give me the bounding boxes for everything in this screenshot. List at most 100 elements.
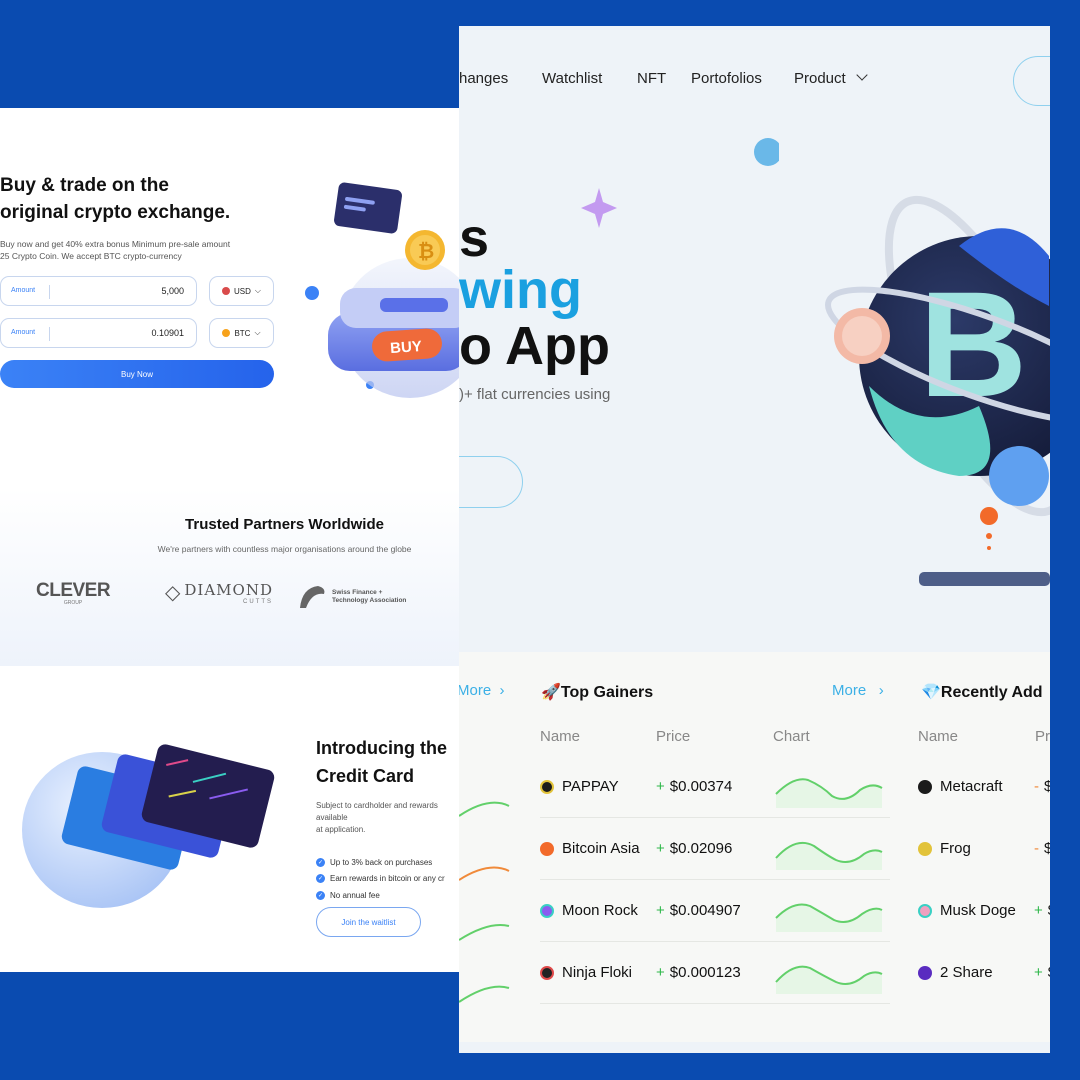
benefit-item: ✓ No annual fee	[316, 891, 380, 900]
hero-headline-line2: wing	[459, 260, 582, 320]
chevron-down-icon: ⌵	[254, 286, 261, 295]
amount-label: Amount	[11, 329, 36, 336]
diamond-cutts-logo: ◇ DIAMOND CUTTS	[165, 580, 273, 605]
coin-price: +$	[1034, 902, 1050, 919]
coin-name: PAPPAY	[562, 778, 619, 795]
sparkline-chart	[775, 903, 883, 932]
col-header-name: Name	[918, 728, 959, 745]
table-row[interactable]: Metacraft - $	[918, 756, 1050, 818]
recently-added-title: 💎Recently Add	[921, 684, 1043, 701]
buy-machine-illustration: ₿ BUY	[305, 182, 459, 398]
nav-exchanges[interactable]: hanges	[459, 70, 508, 87]
coin-name: Moon Rock	[562, 902, 638, 919]
top-gainers-title: 🚀Top Gainers	[541, 684, 654, 701]
amount-value: 5,000	[161, 286, 184, 296]
input-divider	[49, 327, 50, 341]
sparkline-chart	[775, 778, 883, 808]
diamond-icon: ◇	[165, 582, 181, 604]
col-header-price: Pr	[1035, 728, 1050, 745]
rocket-icon: 🚀	[541, 684, 561, 701]
metacraft-icon	[918, 780, 932, 794]
table-row[interactable]: PAPPAY + $0.00374	[540, 756, 890, 818]
col-header-price: Price	[656, 728, 691, 745]
coin-name: Frog	[940, 840, 971, 857]
benefit-item: ✓ Up to 3% back on purchases	[316, 858, 433, 867]
check-icon: ✓	[316, 858, 325, 867]
hero-headline-line3: o App	[459, 316, 610, 376]
buy-trade-section: Buy & trade on the original crypto excha…	[0, 108, 459, 438]
coin-price: + $0.004907	[656, 902, 741, 919]
coin-price: + $0.02096	[656, 840, 733, 857]
clever-group-logo: CLEVER GROUP	[36, 580, 111, 606]
left-panel: Buy & trade on the original crypto excha…	[0, 108, 459, 972]
col-header-name: Name	[540, 728, 581, 745]
svg-text:₿: ₿	[418, 241, 434, 263]
nav-product[interactable]: Product	[794, 69, 868, 87]
buy-badge: BUY	[390, 338, 423, 357]
buy-now-button[interactable]: Buy Now	[0, 360, 274, 388]
amount-input-usd[interactable]: Amount 5,000	[0, 276, 197, 306]
frog-icon	[918, 842, 932, 856]
svg-text:B: B	[919, 260, 1027, 428]
chevron-down-icon: ⌵	[254, 328, 261, 337]
hero-subtitle: )+ flat currencies using	[459, 386, 611, 403]
credit-cards-illustration	[22, 744, 275, 908]
chevron-down-icon	[856, 69, 868, 81]
coin-price: - $	[1034, 778, 1050, 795]
musk-doge-icon	[918, 904, 932, 918]
market-tables: More › 🚀Top Gainers More › Name Price Ch…	[459, 652, 1050, 1042]
hero-title: Buy & trade on the original crypto excha…	[0, 175, 231, 223]
nav-cta-button[interactable]	[1013, 56, 1050, 106]
swiss-finance-logo: Swiss Finance + Technology Association	[298, 584, 406, 610]
bitcoin-asia-icon	[540, 842, 554, 856]
partners-subtitle: We're partners with countless major orga…	[157, 544, 412, 554]
decor-shapes	[581, 188, 617, 228]
table-row[interactable]: Bitcoin Asia + $0.02096	[540, 818, 890, 880]
amount-input-btc[interactable]: Amount 0.10901	[0, 318, 197, 348]
nav-watchlist[interactable]: Watchlist	[542, 70, 602, 87]
more-link[interactable]: More ›	[459, 682, 505, 699]
hero-subtitle: Buy now and get 40% extra bonus Minimum …	[0, 239, 231, 261]
coin-name: Musk Doge	[940, 902, 1016, 919]
right-panel: hanges Watchlist NFT Portofolios Product…	[459, 26, 1050, 1053]
top-gainers-more-link[interactable]: More ›	[832, 682, 884, 699]
currency-select-usd[interactable]: USD ⌵	[209, 276, 274, 306]
credit-card-title: Introducing the Credit Card	[316, 738, 447, 786]
diamond-icon: 💎	[921, 684, 941, 701]
sparkline-chart	[775, 842, 883, 870]
benefit-item: ✓ Earn rewards in bitcoin or any cr	[316, 874, 445, 883]
coin-price: - $	[1034, 840, 1050, 857]
join-waitlist-button[interactable]: Join the waitlist	[316, 907, 421, 937]
hero-dropdown-button[interactable]: o ⌵	[459, 456, 523, 508]
check-icon: ✓	[316, 874, 325, 883]
check-icon: ✓	[316, 891, 325, 900]
table-row[interactable]: Ninja Floki + $0.000123	[540, 942, 890, 1004]
coin-name: Metacraft	[940, 778, 1003, 795]
two-share-icon	[918, 966, 932, 980]
table-row[interactable]: Moon Rock + $0.004907	[540, 880, 890, 942]
table-row[interactable]: 2 Share +$	[918, 942, 1050, 1004]
coin-price: + $0.000123	[656, 964, 741, 981]
amount-label: Amount	[11, 287, 36, 294]
btc-icon	[222, 329, 231, 337]
table-row[interactable]: Frog - $	[918, 818, 1050, 880]
us-flag-icon	[222, 287, 231, 295]
swiss-finance-icon	[300, 586, 325, 608]
coin-name: 2 Share	[940, 964, 993, 981]
pappay-icon	[540, 780, 554, 794]
coin-name: Bitcoin Asia	[562, 840, 640, 857]
partners-section: Trusted Partners Worldwide We're partner…	[0, 488, 459, 666]
currency-select-btc[interactable]: BTC ⌵	[209, 318, 274, 348]
nav-portofolios[interactable]: Portofolios	[691, 70, 762, 87]
prev-table-charts	[459, 801, 510, 1003]
table-row[interactable]: Musk Doge +$	[918, 880, 1050, 942]
credit-card-subtitle: Subject to cardholder and rewards availa…	[316, 801, 438, 834]
ninja-floki-icon	[540, 966, 554, 980]
blue-sphere-decor	[754, 138, 779, 166]
coin-name: Ninja Floki	[562, 964, 633, 981]
credit-card-section: Introducing the Credit Card Subject to c…	[0, 666, 459, 972]
currency-label: BTC	[234, 328, 251, 338]
moon-rock-icon	[540, 904, 554, 918]
sparkline-chart	[775, 965, 883, 994]
nav-nft[interactable]: NFT	[637, 70, 666, 87]
